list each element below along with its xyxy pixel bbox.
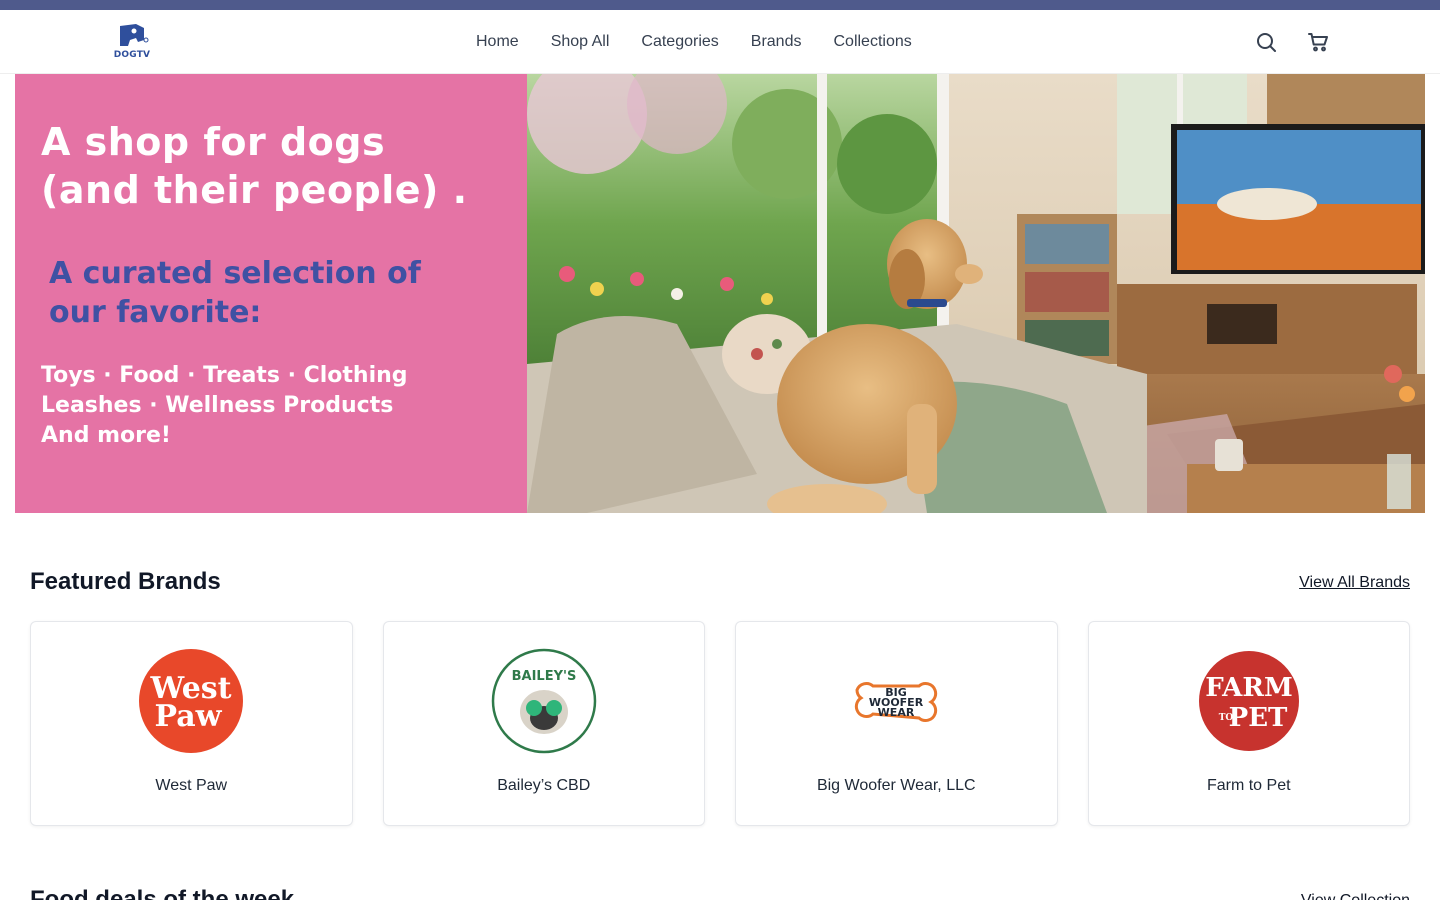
site-header: DOGTV Home Shop All Categories Brands Co… [0, 10, 1440, 74]
cart-icon[interactable] [1306, 30, 1330, 54]
hero-text-panel: A shop for dogs (and their people) . A c… [15, 74, 527, 513]
brand-name: Big Woofer Wear, LLC [816, 777, 976, 794]
nav-brands[interactable]: Brands [751, 33, 802, 51]
dogtv-logo[interactable]: DOGTV [110, 22, 154, 62]
featured-brands-grid: West Paw West Paw BAILEY'S Bailey’s CBD … [30, 621, 1410, 826]
nav-collections[interactable]: Collections [833, 33, 911, 51]
view-collection-link[interactable]: View Collection [1301, 892, 1410, 900]
brand-card-farm-to-pet[interactable]: FARM TO PET Farm to Pet [1087, 621, 1410, 826]
hero-subtitle: A curated selection of our favorite: [49, 256, 421, 330]
svg-text:Paw: Paw [155, 699, 223, 734]
dog-logo-icon [120, 24, 149, 46]
featured-brands-title: Featured Brands [30, 568, 221, 595]
svg-text:PET: PET [1228, 703, 1287, 733]
brand-card-baileys-cbd[interactable]: BAILEY'S Bailey’s CBD [382, 621, 705, 826]
top-announcement-bar [0, 0, 1440, 10]
west-paw-logo: West Paw [138, 648, 244, 754]
hero-photo-dog-watching-tv [527, 74, 1425, 513]
farm-to-pet-logo: FARM TO PET [1196, 648, 1302, 754]
nav-shop-all[interactable]: Shop All [551, 33, 610, 51]
food-deals-title: Food deals of the week [30, 886, 295, 900]
brand-card-big-woofer-wear[interactable]: BIG WOOFER WEAR Big Woofer Wear, LLC [735, 621, 1058, 826]
hero-product-list: Toys · Food · Treats · Clothing Leashes … [41, 363, 408, 448]
search-icon[interactable] [1254, 30, 1278, 54]
hero-banner[interactable]: A shop for dogs (and their people) . A c… [15, 74, 1425, 513]
big-woofer-wear-logo: BIG WOOFER WEAR [843, 648, 949, 754]
brand-name: Bailey’s CBD [497, 777, 591, 794]
svg-text:BAILEY'S: BAILEY'S [511, 669, 576, 684]
hero-title: A shop for dogs (and their people) . [41, 120, 468, 212]
logo-text: DOGTV [113, 50, 151, 60]
baileys-cbd-logo: BAILEY'S [491, 648, 597, 754]
nav-categories[interactable]: Categories [641, 33, 718, 51]
main-nav: Home Shop All Categories Brands Collecti… [476, 10, 912, 74]
brand-name: Farm to Pet [1206, 777, 1291, 794]
brand-card-west-paw[interactable]: West Paw West Paw [30, 621, 353, 826]
brand-name: West Paw [155, 777, 228, 794]
nav-home[interactable]: Home [476, 33, 519, 51]
svg-text:FARM: FARM [1205, 673, 1293, 703]
svg-text:WEAR: WEAR [878, 706, 915, 719]
view-all-brands-link[interactable]: View All Brands [1299, 574, 1410, 592]
